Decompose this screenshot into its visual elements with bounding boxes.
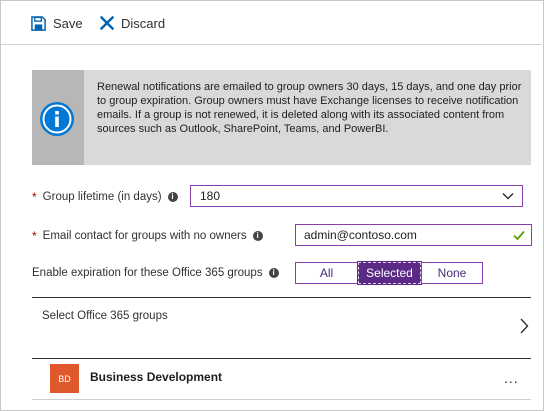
- info-icon: [40, 102, 74, 136]
- group-lifetime-value: 180: [200, 189, 221, 203]
- command-bar: Save Discard: [0, 0, 542, 45]
- info-tooltip-icon[interactable]: i: [167, 192, 178, 202]
- email-contact-label-row: * Email contact for groups with no owner…: [32, 229, 263, 243]
- save-icon: [31, 15, 46, 31]
- email-contact-value: admin@contoso.com: [304, 228, 417, 242]
- divider: [32, 399, 531, 400]
- info-banner-icon-area: [32, 70, 84, 165]
- divider: [32, 358, 531, 359]
- expiration-scope-toggle: All Selected None: [295, 261, 483, 285]
- save-label: Save: [53, 15, 83, 31]
- chevron-down-icon: [502, 192, 514, 200]
- more-options-button[interactable]: ...: [504, 371, 519, 385]
- group-lifetime-dropdown[interactable]: 180: [190, 185, 523, 207]
- info-banner: Renewal notifications are emailed to gro…: [32, 70, 531, 165]
- discard-label: Discard: [121, 15, 166, 31]
- checkmark-icon: [513, 230, 525, 241]
- email-contact-field[interactable]: admin@contoso.com: [295, 224, 532, 246]
- info-text: Renewal notifications are emailed to gro…: [97, 81, 522, 135]
- save-button[interactable]: Save: [31, 13, 83, 33]
- info-tooltip-icon[interactable]: i: [268, 268, 279, 278]
- email-contact-label: Email contact for groups with no owners: [42, 230, 247, 242]
- group-avatar: BD: [50, 364, 79, 393]
- group-lifetime-label: Group lifetime (in days): [42, 191, 162, 203]
- chevron-right-icon: [520, 318, 529, 334]
- option-all[interactable]: All: [295, 262, 358, 284]
- expiration-label: Enable expiration for these Office 365 g…: [32, 267, 263, 279]
- option-none[interactable]: None: [421, 262, 483, 284]
- required-marker: *: [32, 229, 37, 243]
- group-name: Business Development: [90, 370, 223, 384]
- select-groups-label: Select Office 365 groups: [42, 310, 168, 322]
- list-item[interactable]: BD Business Development ...: [32, 362, 531, 394]
- info-tooltip-icon[interactable]: i: [252, 231, 263, 241]
- discard-button[interactable]: Discard: [100, 13, 165, 33]
- group-lifetime-label-row: * Group lifetime (in days) i: [32, 190, 178, 204]
- option-selected[interactable]: Selected: [357, 261, 422, 285]
- select-groups-picker[interactable]: Select Office 365 groups: [32, 298, 531, 358]
- required-marker: *: [32, 190, 37, 204]
- close-icon: [100, 16, 114, 30]
- expiration-label-row: Enable expiration for these Office 365 g…: [32, 267, 279, 279]
